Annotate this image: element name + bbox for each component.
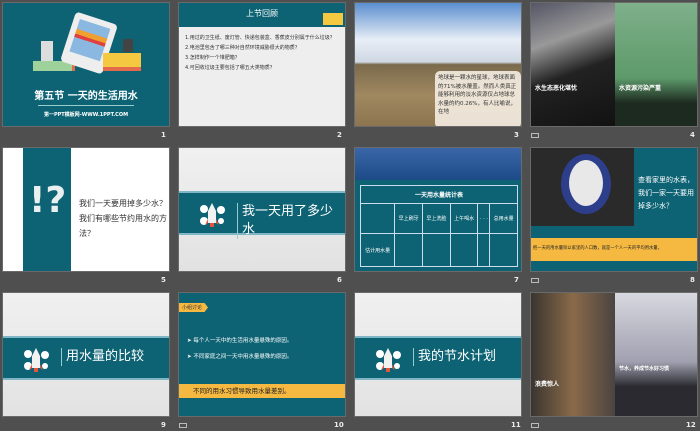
question: 4.可回收垃圾主要包括了哪五大类物质？ [185, 65, 275, 71]
transition-icon[interactable] [179, 423, 187, 428]
books-icon [323, 13, 343, 25]
bullet-text: 不同家庭之间一天中用水量悬殊的原因。 [193, 354, 293, 360]
right-title: 节水，养成节水好习惯 [619, 366, 670, 372]
books-illustration [103, 53, 141, 71]
slide-thumbnail-10[interactable]: 小组讨论 ➤ 每个人一天中的生活用水量悬殊的原因。 ➤ 不同家庭之间一天中用水量… [178, 292, 346, 417]
slide-thumbnail-5[interactable]: !? 我们一天要用掉多少水？我们有哪些节约用水的方法？ [2, 147, 170, 272]
rocket-icon [200, 203, 225, 227]
water-meter-photo [531, 148, 634, 226]
slide-thumbnail-7[interactable]: 一天用水量统计表 早上刷牙 早上洗脸 上午喝水 · · · 总用水量 估计用水量 [354, 147, 522, 272]
table-header-cell [359, 203, 396, 234]
slide-header: 上节回顾 [246, 9, 278, 18]
clean-faucet-photo [615, 293, 697, 416]
table-row-label: 估计用水量 [359, 233, 396, 267]
slide-thumbnail-2[interactable]: 上节回顾 1.用过的卫生纸、废灯管、快递包装盒、香蕉皮分别属于什么垃圾？ 2.电… [178, 2, 346, 127]
question: 3.怎样制作一个堆肥箱？ [185, 55, 240, 61]
note-text: 把一天的用水量除以家里的人口数，就是一个人一天的平均用水量。 [533, 246, 662, 251]
rocket-icon [24, 348, 49, 372]
bullet-text: 每个人一天中的生活用水量悬殊的原因。 [193, 338, 293, 344]
bullet-list: ➤ 每个人一天中的生活用水量悬殊的原因。 ➤ 不同家庭之间一天中用水量悬殊的原因… [187, 333, 292, 365]
left-title: 水生态恶化堪忧 [535, 85, 578, 92]
slide-title: 第五节 一天的生活用水 [34, 91, 138, 102]
title-band: 我的节水计划 [355, 336, 521, 380]
table-cell [394, 233, 424, 267]
slide-number: 5 [161, 276, 166, 284]
conclusion-text: 不同的用水习惯导致用水量差别。 [193, 387, 291, 395]
table-header-cell: 早上洗脸 [422, 203, 451, 234]
slide-number: 12 [686, 421, 696, 429]
mug-illustration [123, 39, 133, 52]
algae-water-photo [615, 3, 697, 126]
slide-number: 6 [337, 276, 342, 284]
slide-thumbnail-11[interactable]: 我的节水计划 [354, 292, 522, 417]
slide-number: 3 [514, 131, 519, 139]
table-header-cell: 早上刷牙 [394, 203, 424, 234]
meter-question: 查看家里的水表，我们一家一天要用掉多少水？ [638, 176, 694, 210]
question-list: 1.用过的卫生纸、废灯管、快递包装盒、香蕉皮分别属于什么垃圾？ 2.电池里包含了… [185, 33, 339, 73]
table-cell [422, 233, 451, 267]
accent-column: !? [23, 148, 71, 271]
conclusion-bar: 不同的用水习惯导致用水量差别。 [179, 384, 345, 398]
slide-number: 4 [690, 131, 695, 139]
slide-number: 8 [690, 276, 695, 284]
slide-thumbnail-9[interactable]: 用水量的比较 [2, 292, 170, 417]
right-title: 水资源污染严重 [619, 85, 662, 92]
left-title: 浪费惊人 [535, 381, 560, 388]
exclamation-question-mark: !? [29, 180, 67, 221]
transition-icon[interactable] [531, 423, 539, 428]
slide-header-bar: 上节回顾 [179, 3, 345, 27]
slide-thumbnail-8[interactable]: 查看家里的水表，我们一家一天要用掉多少水？ 把一天的用水量除以家里的人口数，就是… [530, 147, 698, 272]
slide-subtitle: 第一PPT模板网-WWW.1PPT.COM [43, 112, 129, 118]
caption-box: 地球是一颗水的星球，地球表面的71%被水覆盖。然而人类真正能够利用的淡水资源仅占… [435, 71, 521, 126]
caption-text: 地球是一颗水的星球，地球表面的71%被水覆盖。然而人类真正能够利用的淡水资源仅占… [438, 75, 517, 115]
polluted-river-photo [531, 3, 615, 126]
title-band: 用水量的比较 [3, 336, 169, 380]
ocean-photo [355, 148, 521, 180]
question: 1.用过的卫生纸、废灯管、快递包装盒、香蕉皮分别属于什么垃圾？ [185, 35, 335, 41]
slide-number: 1 [161, 131, 166, 139]
transition-icon[interactable] [531, 133, 539, 138]
title-divider [38, 105, 134, 106]
bullet-item: ➤ 每个人一天中的生活用水量悬殊的原因。 [187, 338, 293, 344]
rusty-faucet-photo [531, 293, 615, 416]
slide-number: 9 [161, 421, 166, 429]
note-bar: 把一天的用水量除以家里的人口数，就是一个人一天的平均用水量。 [531, 238, 697, 261]
bullet-item: ➤ 不同家庭之间一天中用水量悬殊的原因。 [187, 354, 293, 360]
table-header-cell: 总用水量 [489, 203, 518, 234]
table-header-cell: 上午喝水 [449, 203, 479, 234]
slide-thumbnail-12[interactable]: 浪费惊人 节水，养成节水好习惯 [530, 292, 698, 417]
slide-number: 11 [511, 421, 521, 429]
table-header-cell: · · · [477, 203, 491, 234]
section-title: 我一天用了多少水 [237, 203, 345, 239]
table-cell [449, 233, 479, 267]
section-title: 我的节水计划 [413, 348, 496, 366]
question: 2.电池里包含了哪三种对自然环境威胁很大的物质？ [185, 45, 300, 51]
slide-number: 2 [337, 131, 342, 139]
section-title: 用水量的比较 [61, 348, 144, 366]
pen-cup-illustration [41, 41, 53, 61]
rocket-icon [376, 348, 401, 372]
slide-thumbnail-6[interactable]: 我一天用了多少水 [178, 147, 346, 272]
slide-thumbnail-3[interactable]: 地球是一颗水的星球，地球表面的71%被水覆盖。然而人类真正能够利用的淡水资源仅占… [354, 2, 522, 127]
slide-thumbnail-1[interactable]: 第五节 一天的生活用水 第一PPT模板网-WWW.1PPT.COM [2, 2, 170, 127]
discussion-tag: 小组讨论 [179, 303, 209, 312]
table-title: 一天用水量统计表 [360, 185, 518, 204]
slide-number: 10 [334, 421, 344, 429]
title-band: 我一天用了多少水 [179, 191, 345, 239]
water-usage-table: 一天用水量统计表 早上刷牙 早上洗脸 上午喝水 · · · 总用水量 估计用水量 [359, 185, 518, 267]
transition-icon[interactable] [531, 278, 539, 283]
slide-number: 7 [514, 276, 519, 284]
table-cell [489, 233, 518, 267]
slide-thumbnail-4[interactable]: 水生态恶化堪忧 水资源污染严重 [530, 2, 698, 127]
table-cell [477, 233, 491, 267]
question-text: 我们一天要用掉多少水？我们有哪些节约用水的方法？ [79, 199, 167, 238]
